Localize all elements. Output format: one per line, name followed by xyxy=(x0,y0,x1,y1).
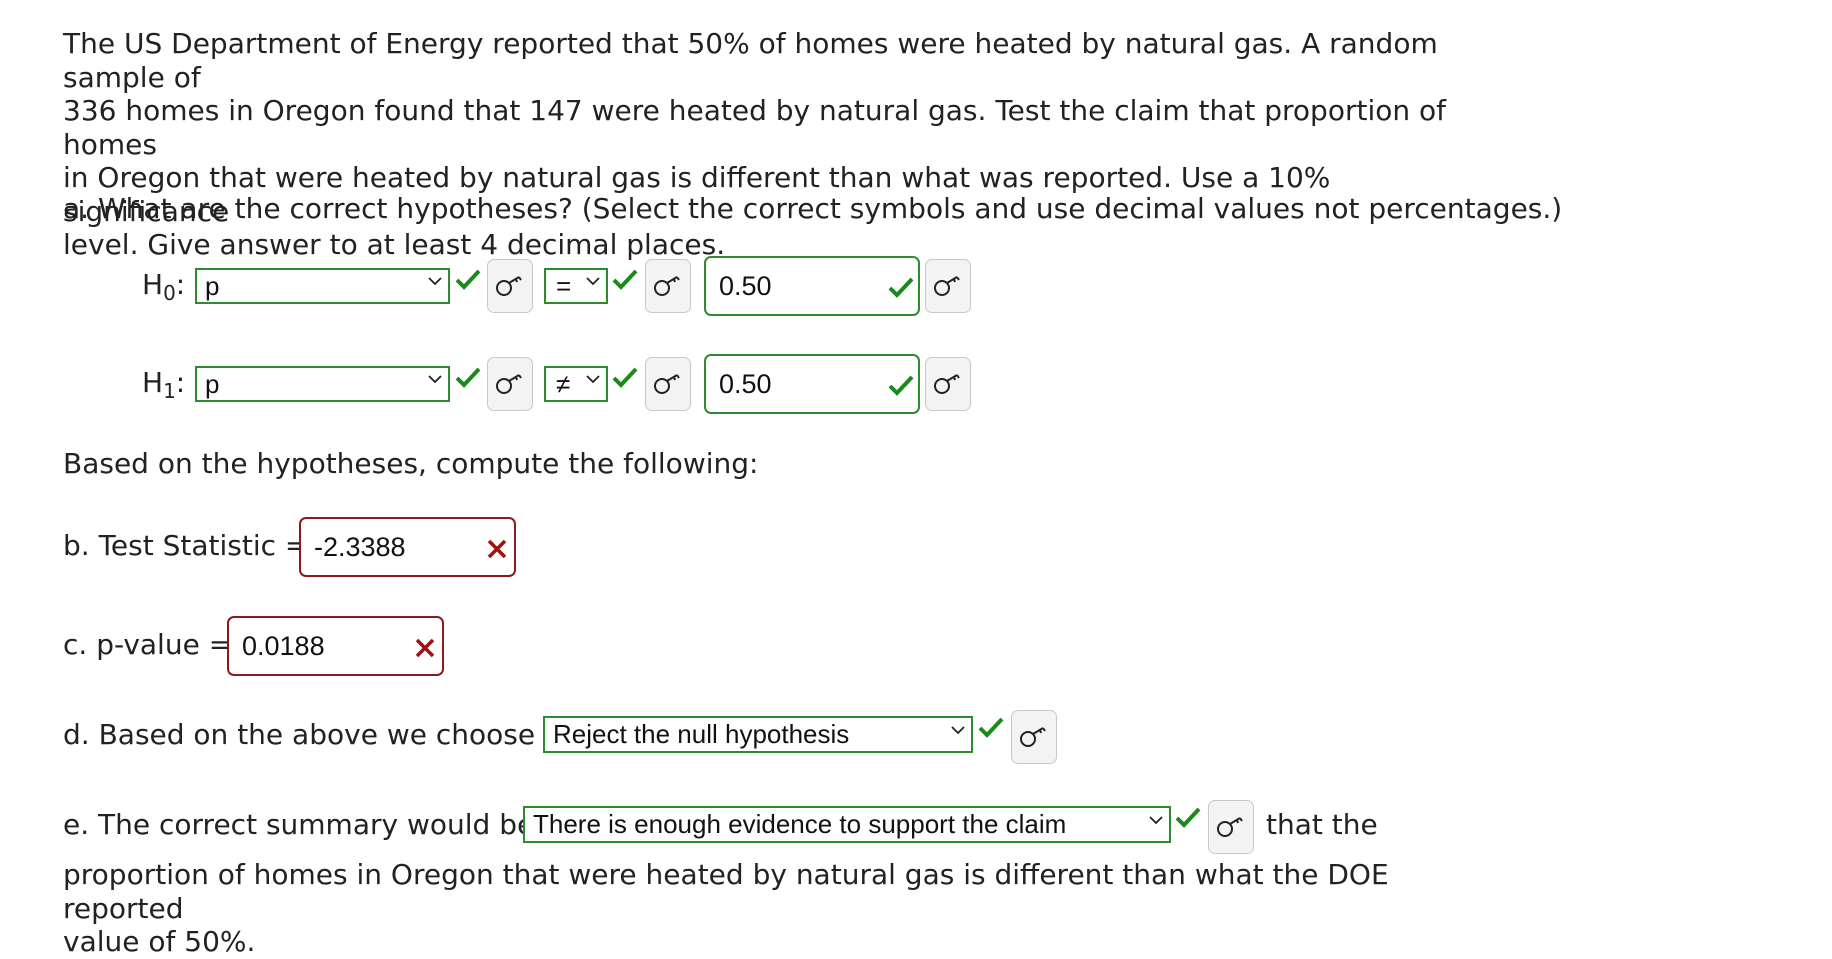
test-statistic-input[interactable]: -2.3388 xyxy=(299,517,516,577)
h1-parameter-value: p xyxy=(205,368,220,399)
h0-label: H0: xyxy=(142,268,185,305)
part-a-prompt: a. What are the correct hypotheses? (Sel… xyxy=(63,192,1563,225)
h0-value-text: 0.50 xyxy=(719,270,772,301)
key-icon xyxy=(654,374,680,394)
problem-statement: The US Department of Energy reported tha… xyxy=(63,27,1493,262)
h1-label: H1: xyxy=(142,366,185,403)
chevron-down-icon xyxy=(428,372,442,386)
key-icon xyxy=(1020,727,1046,747)
check-icon xyxy=(978,717,1004,738)
test-statistic-value: -2.3388 xyxy=(314,531,406,562)
check-icon xyxy=(455,269,481,290)
cross-icon xyxy=(487,539,507,559)
answer-key-button[interactable] xyxy=(925,259,971,313)
check-icon xyxy=(1175,807,1201,828)
answer-key-button[interactable] xyxy=(487,259,533,313)
key-icon xyxy=(934,374,960,394)
part-c-label: c. p-value = xyxy=(63,628,233,661)
key-icon xyxy=(934,276,960,296)
check-icon xyxy=(612,269,638,290)
h0-label-colon: : xyxy=(175,268,186,301)
chevron-down-icon xyxy=(586,372,600,386)
decision-value: Reject the null hypothesis xyxy=(553,719,850,749)
h0-symbol-value: = xyxy=(556,270,572,301)
p-value-value: 0.0188 xyxy=(242,630,325,661)
p-value-input[interactable]: 0.0188 xyxy=(227,616,444,676)
part-b-label: b. Test Statistic = xyxy=(63,529,309,562)
answer-key-button[interactable] xyxy=(1011,710,1057,764)
answer-key-button[interactable] xyxy=(487,357,533,411)
key-icon xyxy=(496,276,522,296)
chevron-down-icon xyxy=(586,274,600,288)
key-icon xyxy=(1217,817,1243,837)
problem-line: The US Department of Energy reported tha… xyxy=(63,27,1438,94)
check-icon xyxy=(455,367,481,388)
part-d-label: d. Based on the above we choose to xyxy=(63,718,573,751)
chevron-down-icon xyxy=(428,274,442,288)
part-e-after: that the xyxy=(1266,808,1378,841)
chevron-down-icon xyxy=(951,723,965,737)
h0-symbol-select[interactable]: = xyxy=(544,268,608,304)
h1-value-input[interactable]: 0.50 xyxy=(704,354,920,414)
h1-label-colon: : xyxy=(175,366,186,399)
h0-label-subscript: 0 xyxy=(163,281,176,305)
check-icon xyxy=(888,375,914,396)
key-icon xyxy=(654,276,680,296)
compute-prompt: Based on the hypotheses, compute the fol… xyxy=(63,447,759,480)
part-e-continuation: proportion of homes in Oregon that were … xyxy=(63,858,1503,959)
h1-symbol-value: ≠ xyxy=(556,368,571,399)
answer-key-button[interactable] xyxy=(925,357,971,411)
key-icon xyxy=(496,374,522,394)
h1-label-letter: H xyxy=(142,366,164,399)
answer-key-button[interactable] xyxy=(1208,800,1254,854)
h1-value-text: 0.50 xyxy=(719,368,772,399)
continuation-line: proportion of homes in Oregon that were … xyxy=(63,858,1389,925)
h1-parameter-select[interactable]: p xyxy=(195,366,450,402)
part-e-label: e. The correct summary would be: xyxy=(63,808,544,841)
decision-select[interactable]: Reject the null hypothesis xyxy=(543,716,973,753)
h0-parameter-value: p xyxy=(205,270,220,301)
h0-value-input[interactable]: 0.50 xyxy=(704,256,920,316)
answer-key-button[interactable] xyxy=(645,357,691,411)
check-icon xyxy=(612,367,638,388)
h1-symbol-select[interactable]: ≠ xyxy=(544,366,608,402)
answer-key-button[interactable] xyxy=(645,259,691,313)
summary-value: There is enough evidence to support the … xyxy=(533,809,1067,839)
h1-label-subscript: 1 xyxy=(163,379,176,403)
check-icon xyxy=(888,277,914,298)
cross-icon xyxy=(415,638,435,658)
summary-select[interactable]: There is enough evidence to support the … xyxy=(523,806,1171,843)
chevron-down-icon xyxy=(1149,813,1163,827)
h0-parameter-select[interactable]: p xyxy=(195,268,450,304)
h0-label-letter: H xyxy=(142,268,164,301)
problem-line: 336 homes in Oregon found that 147 were … xyxy=(63,94,1446,161)
